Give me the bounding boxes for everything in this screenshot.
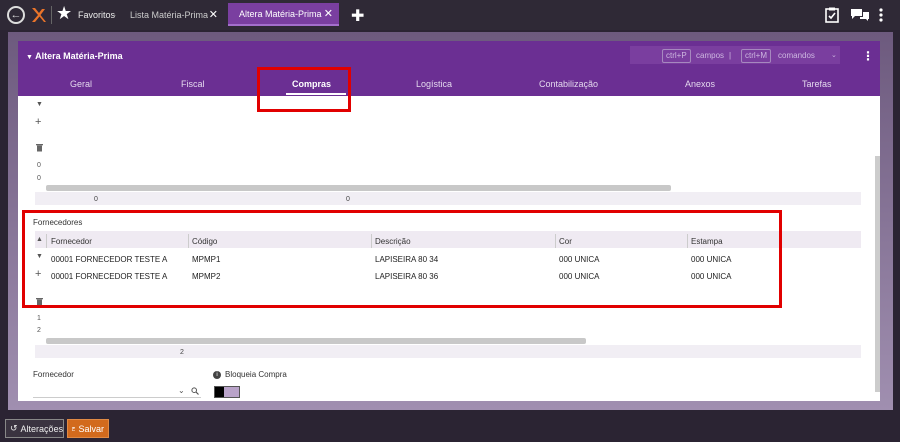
tab-anexos[interactable]: Anexos [685, 79, 715, 89]
gutter-count: 0 [37, 162, 41, 169]
close-icon[interactable]: ✕ [209, 8, 218, 21]
footer-count: 0 [346, 196, 350, 203]
tab-lista-materia-prima[interactable]: Lista Matéria-Prima ✕ [122, 3, 224, 26]
search-icon[interactable] [191, 387, 199, 395]
footer-count: 2 [180, 349, 184, 356]
gutter-count: 1 [37, 315, 41, 322]
info-icon[interactable]: i [213, 371, 221, 379]
grid-footer [35, 345, 861, 358]
form-menu-icon[interactable]: ⋮ [862, 49, 874, 63]
tab-label: Altera Matéria-Prima [239, 8, 322, 19]
sort-down-icon[interactable]: ▼ [36, 101, 43, 108]
bottom-bar: ↺ Alterações Salvar [0, 414, 900, 442]
toggle-knob [215, 387, 224, 397]
tab-contabilizacao[interactable]: Contabilização [539, 79, 598, 89]
bloqueia-compra-toggle[interactable] [214, 386, 240, 398]
save-button[interactable]: Salvar [67, 419, 109, 438]
save-icon [72, 426, 76, 431]
chevron-down-icon[interactable]: ⌄ [831, 51, 837, 59]
horizontal-scrollbar[interactable] [46, 338, 586, 344]
horizontal-scrollbar[interactable] [46, 185, 671, 191]
form-title[interactable]: ▼ Altera Matéria-Prima [26, 51, 123, 61]
tab-logistica[interactable]: Logística [416, 79, 452, 89]
grid-footer [35, 192, 861, 205]
alteracoes-label: Alterações [20, 423, 64, 434]
history-icon: ↺ [10, 423, 18, 433]
shortcut-fields-key: ctrl+P [662, 49, 691, 63]
shortcut-divider: | [729, 51, 732, 60]
gutter-count: 0 [37, 175, 41, 182]
app-logo-icon[interactable] [30, 6, 46, 24]
add-row-icon[interactable]: + [35, 116, 41, 128]
tab-label: Lista Matéria-Prima [130, 9, 209, 20]
close-icon[interactable]: ✕ [324, 7, 333, 20]
shortcut-commands-label: comandos [778, 51, 815, 60]
tab-geral[interactable]: Geral [70, 79, 92, 89]
form-title-text: Altera Matéria-Prima [35, 51, 123, 61]
gutter-count: 2 [37, 327, 41, 334]
fornecedor-label: Fornecedor [33, 370, 74, 379]
fornecedor-select[interactable]: ⌄ [33, 383, 201, 398]
tab-tarefas[interactable]: Tarefas [802, 79, 832, 89]
back-icon[interactable]: ← [7, 6, 25, 24]
clipboard-check-icon[interactable] [825, 7, 839, 23]
favorites-label[interactable]: Favoritos [78, 10, 115, 20]
vertical-scrollbar[interactable] [875, 156, 880, 392]
highlight-fornecedores-grid [22, 210, 782, 308]
add-tab-icon[interactable]: ✚ [351, 6, 364, 26]
top-bar: ← ★ Favoritos - Lista Matéria-Prima ✕ Al… [0, 0, 900, 30]
tab-altera-materia-prima[interactable]: Altera Matéria-Prima ✕ [228, 3, 339, 26]
tab-fiscal[interactable]: Fiscal [181, 79, 205, 89]
favorites-sep: - [113, 10, 116, 20]
save-label: Salvar [78, 423, 104, 434]
form-header: ▼ Altera Matéria-Prima ctrl+P campos | c… [18, 41, 880, 96]
chevron-down-icon[interactable]: ⌄ [178, 386, 185, 395]
star-icon[interactable]: ★ [56, 3, 72, 24]
highlight-compras-tab [257, 67, 351, 112]
trash-icon[interactable] [36, 143, 43, 152]
more-vertical-icon[interactable] [878, 7, 884, 23]
collapse-icon[interactable]: ▼ [26, 54, 33, 61]
shortcut-commands-key: ctrl+M [741, 49, 771, 63]
alteracoes-button[interactable]: ↺ Alterações [5, 419, 64, 438]
footer-count: 0 [94, 196, 98, 203]
chat-icon[interactable] [850, 8, 870, 22]
divider [51, 6, 52, 24]
bloqueia-compra-label: Bloqueia Compra [225, 370, 287, 379]
shortcut-fields-label: campos [696, 51, 725, 60]
